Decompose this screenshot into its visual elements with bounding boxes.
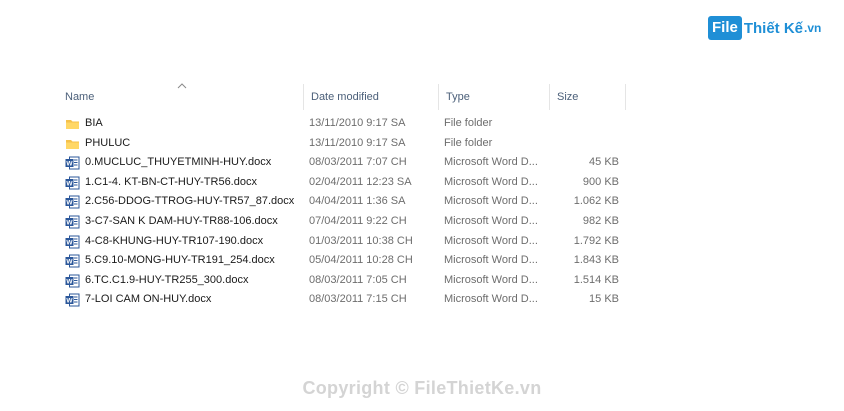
column-header-type[interactable]: Type	[438, 84, 549, 110]
word-doc-icon: W	[65, 156, 80, 170]
file-type: Microsoft Word D...	[444, 214, 538, 227]
column-header-name[interactable]: Name	[57, 84, 303, 110]
copyright-watermark: Copyright © FileThietKe.vn	[302, 378, 542, 398]
file-date: 07/04/2011 9:22 CH	[309, 214, 407, 227]
file-name: 0.MUCLUC_THUYETMINH-HUY.docx	[85, 156, 272, 169]
list-item[interactable]: BIA 13/11/2010 9:17 SA File folder	[57, 114, 627, 134]
filethietke-logo: File Thiết Kế .vn	[708, 14, 821, 42]
logo-tld: .vn	[804, 21, 822, 35]
svg-text:W: W	[66, 220, 73, 227]
file-date: 08/03/2011 7:15 CH	[309, 293, 407, 306]
file-name: 4-C8-KHUNG-HUY-TR107-190.docx	[85, 234, 264, 247]
file-date: 08/03/2011 7:07 CH	[309, 156, 407, 169]
logo-box: File	[708, 16, 742, 40]
file-date: 08/03/2011 7:05 CH	[309, 273, 407, 286]
file-name: 5.C9.10-MONG-HUY-TR191_254.docx	[85, 254, 275, 267]
file-size: 1.062 KB	[573, 195, 619, 208]
file-size: 45 KB	[589, 156, 619, 169]
column-divider[interactable]	[625, 84, 626, 110]
svg-text:W: W	[66, 180, 73, 187]
file-type: Microsoft Word D...	[444, 175, 538, 188]
word-doc-icon: W	[65, 274, 80, 288]
file-name: BIA	[85, 117, 103, 129]
file-type: Microsoft Word D...	[444, 195, 538, 208]
svg-text:W: W	[66, 200, 73, 207]
list-item[interactable]: W 3-C7-SAN K DAM-HUY-TR88-106.docx 07/04…	[57, 212, 627, 232]
list-item[interactable]: W 6.TC.C1.9-HUY-TR255_300.docx 08/03/201…	[57, 271, 627, 291]
file-date: 04/04/2011 1:36 SA	[309, 195, 406, 208]
list-item[interactable]: W 2.C56-DDOG-TTROG-HUY-TR57_87.docx 04/0…	[57, 192, 627, 212]
list-item[interactable]: W 1.C1-4. KT-BN-CT-HUY-TR56.docx 02/04/2…	[57, 173, 627, 193]
file-type: Microsoft Word D...	[444, 254, 538, 267]
file-size: 1.843 KB	[573, 254, 619, 267]
file-name: 1.C1-4. KT-BN-CT-HUY-TR56.docx	[85, 175, 257, 188]
file-date: 02/04/2011 12:23 SA	[309, 175, 412, 188]
file-name: 6.TC.C1.9-HUY-TR255_300.docx	[85, 273, 249, 286]
list-item[interactable]: W 5.C9.10-MONG-HUY-TR191_254.docx 05/04/…	[57, 251, 627, 271]
word-doc-icon: W	[65, 235, 80, 249]
file-date: 13/11/2010 9:17 SA	[309, 136, 406, 149]
file-type: Microsoft Word D...	[444, 234, 538, 247]
word-doc-icon: W	[65, 195, 80, 209]
file-date: 05/04/2011 10:28 CH	[309, 254, 413, 267]
file-type: Microsoft Word D...	[444, 273, 538, 286]
list-item[interactable]: W 0.MUCLUC_THUYETMINH-HUY.docx 08/03/201…	[57, 153, 627, 173]
column-header-bar: Name Date modified Type Size	[57, 84, 627, 110]
file-name: 7-LOI CAM ON-HUY.docx	[85, 293, 212, 306]
column-header-size[interactable]: Size	[549, 84, 625, 110]
list-item[interactable]: PHULUC 13/11/2010 9:17 SA File folder	[57, 134, 627, 154]
file-type: File folder	[444, 136, 493, 149]
svg-text:W: W	[66, 259, 73, 266]
column-header-date[interactable]: Date modified	[303, 84, 438, 110]
file-name: 2.C56-DDOG-TTROG-HUY-TR57_87.docx	[85, 195, 295, 208]
folder-icon	[66, 139, 79, 149]
file-name: PHULUC	[85, 136, 131, 149]
folder-icon	[66, 120, 79, 129]
file-list: BIA 13/11/2010 9:17 SA File folder PHULU…	[57, 114, 627, 310]
file-type: Microsoft Word D...	[444, 156, 538, 169]
word-doc-icon: W	[65, 254, 80, 268]
file-size: 900 KB	[582, 175, 619, 188]
list-item[interactable]: W 7-LOI CAM ON-HUY.docx 08/03/2011 7:15 …	[57, 290, 627, 310]
file-name: 3-C7-SAN K DAM-HUY-TR88-106.docx	[85, 214, 278, 227]
word-doc-icon: W	[65, 293, 80, 307]
list-item[interactable]: W 4-C8-KHUNG-HUY-TR107-190.docx 01/03/20…	[57, 232, 627, 252]
file-size: 15 KB	[589, 293, 619, 306]
file-size: 1.792 KB	[573, 234, 619, 247]
file-type: Microsoft Word D...	[444, 293, 538, 306]
logo-name: Thiết Kế	[743, 19, 804, 37]
file-date: 01/03/2011 10:38 CH	[309, 234, 413, 247]
file-size: 982 KB	[582, 214, 619, 227]
svg-text:W: W	[66, 161, 73, 168]
file-size: 1.514 KB	[573, 273, 619, 286]
file-date: 13/11/2010 9:17 SA	[309, 117, 406, 129]
word-doc-icon: W	[65, 176, 80, 190]
svg-text:W: W	[66, 239, 73, 246]
file-type: File folder	[444, 117, 493, 129]
svg-text:W: W	[66, 298, 73, 305]
svg-text:W: W	[66, 278, 73, 285]
word-doc-icon: W	[65, 215, 80, 229]
